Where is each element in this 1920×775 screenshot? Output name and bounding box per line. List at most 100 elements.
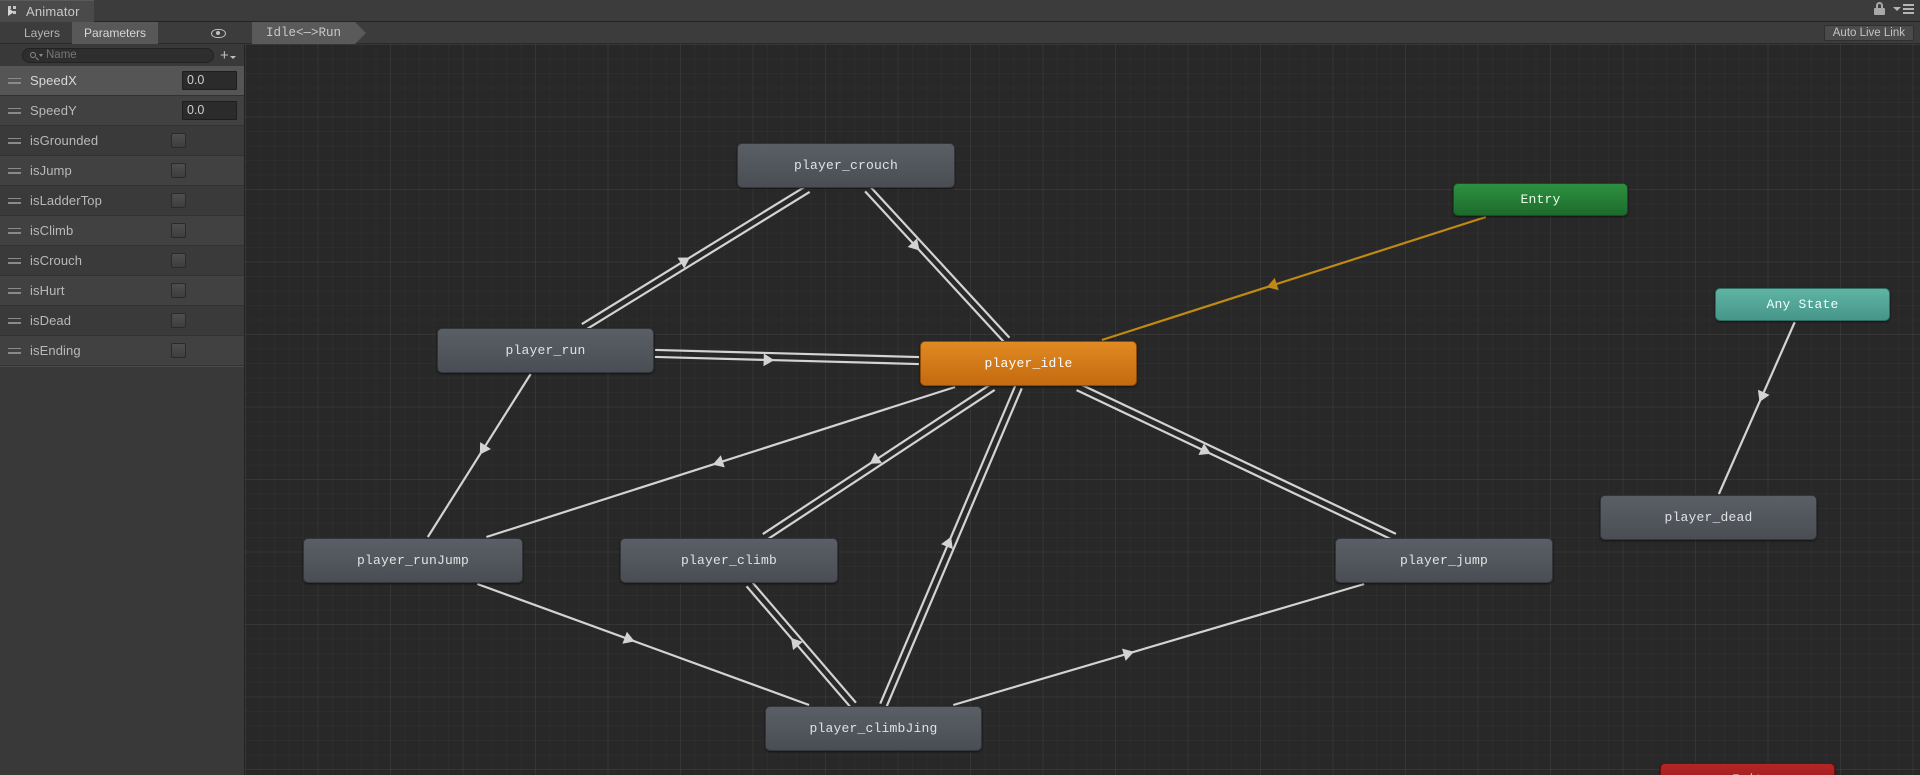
parameter-list: SpeedX 0.0 SpeedY 0.0 isGrounded isJump isLadd… xyxy=(0,66,244,366)
parameter-value-checkbox[interactable] xyxy=(171,313,186,328)
parameter-name: isLadderTop xyxy=(30,193,102,208)
parameter-row[interactable]: isJump xyxy=(0,156,244,186)
auto-live-link-button[interactable]: Auto Live Link xyxy=(1823,25,1914,41)
state-node-player-run[interactable]: player_run xyxy=(437,328,654,373)
tab-parameters[interactable]: Parameters xyxy=(72,22,159,44)
breadcrumb: Idle<—>Run xyxy=(252,22,367,44)
add-parameter-label: + xyxy=(220,46,229,64)
parameter-value-input[interactable]: 0.0 xyxy=(182,71,237,90)
parameter-value-checkbox[interactable] xyxy=(171,253,186,268)
parameter-name: isJump xyxy=(30,163,72,178)
state-node-label: player_dead xyxy=(1664,510,1753,525)
layers-parameters-tabs: Layers Parameters xyxy=(12,22,159,44)
transition-line[interactable] xyxy=(1101,215,1487,342)
state-node-label: player_climb xyxy=(680,553,777,568)
drag-handle-icon[interactable] xyxy=(8,317,22,324)
transition-line[interactable] xyxy=(654,355,919,366)
parameter-value-checkbox[interactable] xyxy=(171,193,186,208)
window-titlebar: Animator xyxy=(0,0,1920,22)
parameter-list-divider xyxy=(0,366,244,367)
drag-handle-icon[interactable] xyxy=(8,107,22,114)
transition-line[interactable] xyxy=(1079,382,1397,535)
parameter-value-checkbox[interactable] xyxy=(171,223,186,238)
state-node-player-jump[interactable]: player_jump xyxy=(1335,538,1553,583)
transition-line[interactable] xyxy=(1076,389,1394,542)
search-icon xyxy=(30,52,36,58)
state-node-label: player_jump xyxy=(1399,553,1488,568)
add-parameter-button[interactable]: + xyxy=(220,46,240,64)
state-node-player-climbJing[interactable]: player_climbJing xyxy=(765,706,982,751)
parameter-row[interactable]: isDead xyxy=(0,306,244,336)
parameter-value-checkbox[interactable] xyxy=(171,163,186,178)
lock-icon[interactable] xyxy=(1874,2,1885,15)
parameter-value-input[interactable]: 0.0 xyxy=(182,101,237,120)
transition-line[interactable] xyxy=(952,582,1365,707)
animator-icon xyxy=(8,5,20,17)
parameter-row[interactable]: isHurt xyxy=(0,276,244,306)
breadcrumb-item-state-machine[interactable]: Idle<—>Run xyxy=(252,22,367,44)
transition-edges xyxy=(426,185,1796,708)
transition-line[interactable] xyxy=(426,373,532,538)
eye-icon xyxy=(210,28,226,38)
parameter-row[interactable]: isGrounded xyxy=(0,126,244,156)
parameter-name: isDead xyxy=(30,313,72,328)
transition-arrow xyxy=(869,452,883,464)
drag-handle-icon[interactable] xyxy=(8,227,22,234)
state-node-player-climb[interactable]: player_climb xyxy=(620,538,838,583)
state-node-player-dead[interactable]: player_dead xyxy=(1600,495,1817,540)
search-placeholder: Name xyxy=(46,49,77,61)
state-machine-graph[interactable]: player_crouch player_run player_idle Entry A… xyxy=(245,44,1920,775)
transition-arrow xyxy=(763,353,775,367)
parameter-row[interactable]: isLadderTop xyxy=(0,186,244,216)
state-node-label: player_idle xyxy=(984,356,1073,371)
drag-handle-icon[interactable] xyxy=(8,137,22,144)
parameter-row[interactable]: isClimb xyxy=(0,216,244,246)
parameter-name: isClimb xyxy=(30,223,74,238)
hamburger-menu-icon[interactable] xyxy=(1893,3,1914,14)
state-node-exit[interactable]: Exit xyxy=(1660,763,1835,775)
parameter-name: SpeedY xyxy=(30,103,77,118)
transition-line[interactable] xyxy=(1717,321,1796,495)
transition-line[interactable] xyxy=(655,348,920,359)
parameter-value-checkbox[interactable] xyxy=(171,283,186,298)
animator-window: Animator Layers Parameters Idle<—>Run Au… xyxy=(0,0,1920,775)
drag-handle-icon[interactable] xyxy=(8,287,22,294)
drag-handle-icon[interactable] xyxy=(8,257,22,264)
transition-line[interactable] xyxy=(745,585,852,708)
state-node-label: Any State xyxy=(1766,297,1839,312)
drag-handle-icon[interactable] xyxy=(8,197,22,204)
eye-toggle-button[interactable] xyxy=(205,25,231,41)
parameter-row[interactable]: isCrouch xyxy=(0,246,244,276)
state-node-player-crouch[interactable]: player_crouch xyxy=(737,143,955,188)
state-node-player-idle[interactable]: player_idle xyxy=(920,341,1137,386)
drag-handle-icon[interactable] xyxy=(8,167,22,174)
parameter-name: isCrouch xyxy=(30,253,83,268)
search-input[interactable]: Name xyxy=(22,47,214,63)
state-node-label: player_runJump xyxy=(356,553,470,568)
state-node-label: player_run xyxy=(505,343,586,358)
transition-line[interactable] xyxy=(864,190,1006,344)
transition-line[interactable] xyxy=(581,185,807,325)
transition-line[interactable] xyxy=(885,387,1023,707)
chevron-down-icon xyxy=(229,55,236,59)
parameter-search-row: Name + xyxy=(0,44,244,64)
search-dropdown-icon[interactable] xyxy=(39,53,43,57)
state-node-entry[interactable]: Entry xyxy=(1453,183,1628,216)
animator-toolbar: Layers Parameters Idle<—>Run Auto Live L… xyxy=(0,22,1920,44)
tab-layers[interactable]: Layers xyxy=(12,22,72,44)
animator-tab-label: Animator xyxy=(26,3,80,19)
transition-line[interactable] xyxy=(751,581,857,704)
transition-line[interactable] xyxy=(869,185,1011,339)
parameter-value-checkbox[interactable] xyxy=(171,133,186,148)
state-node-player-runJump[interactable]: player_runJump xyxy=(303,538,523,583)
drag-handle-icon[interactable] xyxy=(8,77,22,84)
animator-tab[interactable]: Animator xyxy=(0,0,94,22)
parameter-row[interactable]: SpeedX 0.0 xyxy=(0,66,244,96)
parameter-row[interactable]: isEnding xyxy=(0,336,244,366)
parameter-row[interactable]: SpeedY 0.0 xyxy=(0,96,244,126)
parameter-value-checkbox[interactable] xyxy=(171,343,186,358)
transition-line[interactable] xyxy=(584,191,811,331)
drag-handle-icon[interactable] xyxy=(8,347,22,354)
state-node-any-state[interactable]: Any State xyxy=(1715,288,1890,321)
titlebar-controls xyxy=(1874,2,1914,15)
